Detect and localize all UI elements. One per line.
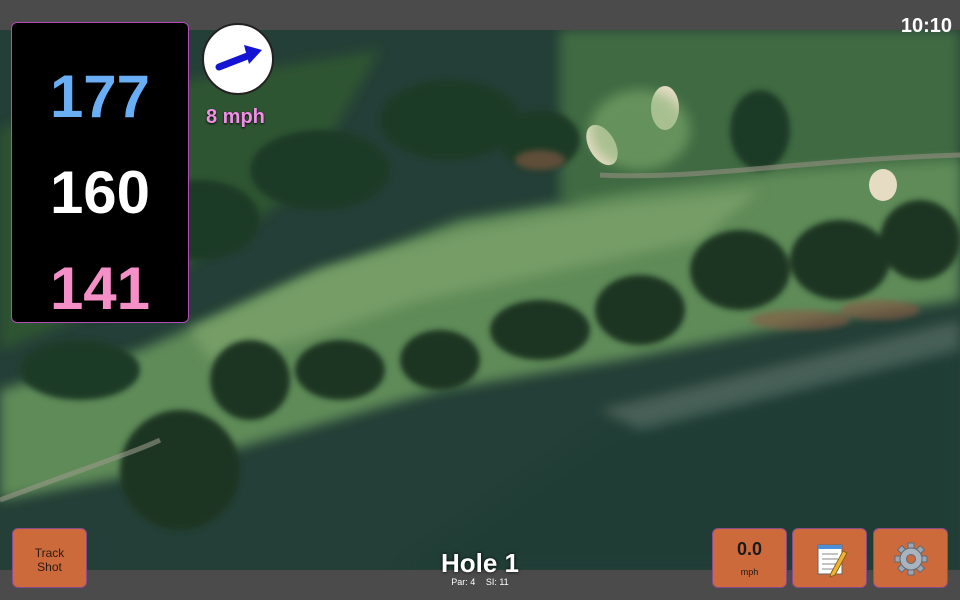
front-distance: 141 xyxy=(49,255,151,322)
scorecard-button[interactable] xyxy=(792,528,867,588)
middle-distance: 160 xyxy=(49,159,151,226)
track-shot-button[interactable]: Track Shot xyxy=(12,528,87,588)
wind-indicator xyxy=(202,23,274,95)
speed-value: 0.0 xyxy=(736,539,763,559)
settings-button[interactable] xyxy=(873,528,948,588)
gear-icon xyxy=(894,542,928,576)
hole-title: Hole 1 xyxy=(440,548,520,578)
speed-unit: mph xyxy=(740,567,759,577)
track-shot-label-2: Shot xyxy=(37,560,62,574)
speed-button[interactable]: 0.0 mph xyxy=(712,528,787,588)
distance-panel: 177 160 141 xyxy=(11,22,189,323)
hole-par: Par: 4 xyxy=(451,577,476,587)
hole-stroke-index: SI: 11 xyxy=(485,577,509,587)
wind-arrow-icon xyxy=(215,45,262,71)
clock: 10:10 xyxy=(900,15,952,37)
back-distance: 177 xyxy=(49,63,151,130)
wind-speed: 8 mph xyxy=(206,106,265,128)
hole-info: Par: 4 SI: 11 xyxy=(380,577,580,587)
notepad-icon xyxy=(817,544,848,578)
track-shot-label-1: Track xyxy=(34,546,65,560)
